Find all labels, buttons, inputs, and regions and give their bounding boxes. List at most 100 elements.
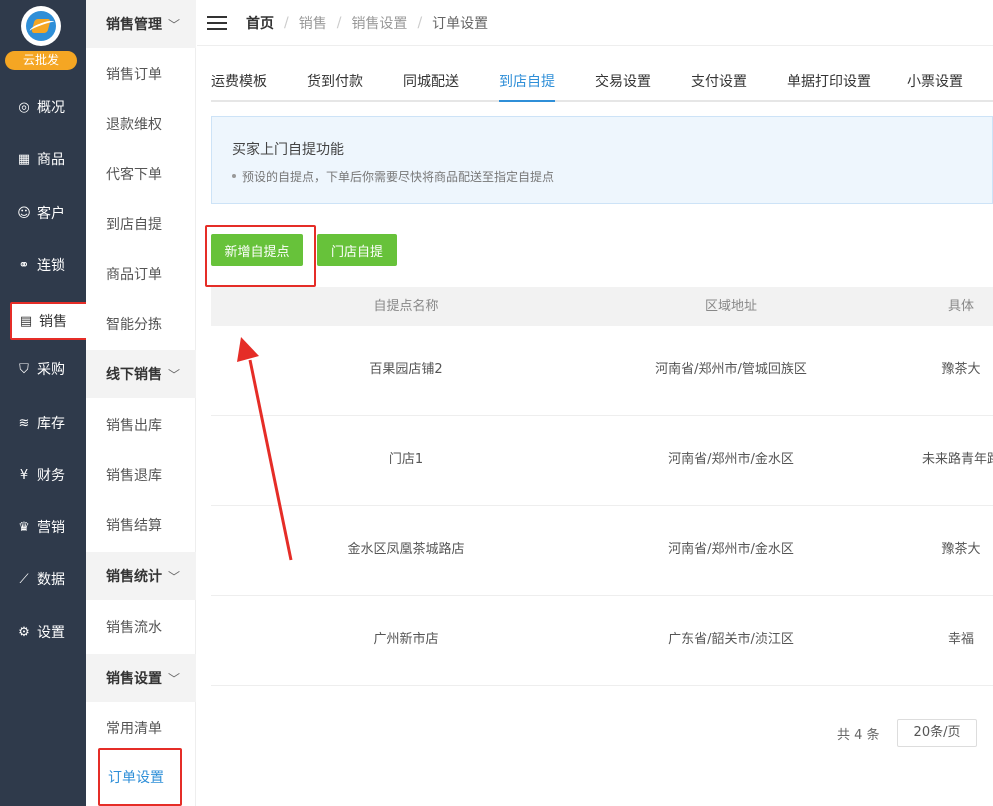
nav-item-overview[interactable]: ◎ 概况 bbox=[0, 90, 86, 124]
settings-tabs: 运费模板 货到付款 同城配送 到店自提 交易设置 支付设置 单据打印设置 小票设置 bbox=[211, 64, 993, 102]
chevron-down-icon: ﹀ bbox=[168, 671, 181, 686]
nav-item-label: 营销 bbox=[37, 520, 65, 536]
address-cell: 幸福 bbox=[947, 632, 974, 647]
tab[interactable]: 小票设置 bbox=[907, 64, 987, 100]
tab-label: 同城配送 bbox=[403, 74, 459, 90]
nav-item-label: 概况 bbox=[37, 100, 65, 116]
basket-icon: ⛉ bbox=[19, 361, 29, 377]
table-row[interactable]: 百果园店铺2 河南省/郑州市/管城回族区 豫茶大 bbox=[211, 326, 993, 416]
nav-item-chain[interactable]: ⚭ 连锁 bbox=[0, 248, 86, 282]
address-cell: 豫茶大 bbox=[941, 542, 981, 557]
breadcrumb-item[interactable]: 首页 bbox=[246, 13, 274, 33]
tab[interactable]: 交易设置 bbox=[595, 64, 691, 100]
link-icon: ⚭ bbox=[18, 257, 30, 273]
user-icon: ☺ bbox=[17, 205, 31, 221]
main-nav: 云批发 ◎ 概况 ▦ 商品 ☺ 客户 ⚭ 连锁 ▤ 销售 ⛉ 采购 ≋ 库存 ¥ 财务 ♛ 营销 ⟋ 数据 ⚙ 设置 bbox=[0, 0, 90, 806]
nav-item-label: 财务 bbox=[37, 468, 65, 484]
submenu-item[interactable]: 销售流水 bbox=[86, 610, 196, 644]
nav-item-customer[interactable]: ☺ 客户 bbox=[0, 196, 86, 230]
column-header: 自提点名称 bbox=[373, 299, 439, 314]
store-pickup-button[interactable]: 门店自提 bbox=[317, 234, 397, 266]
nav-item-label: 连锁 bbox=[37, 258, 65, 274]
logo-mark bbox=[26, 11, 56, 41]
nav-item-stock[interactable]: ≋ 库存 bbox=[0, 406, 86, 440]
nav-item-marketing[interactable]: ♛ 营销 bbox=[0, 510, 86, 544]
column-header: 具体 bbox=[947, 299, 974, 314]
grid-icon: ▦ bbox=[17, 151, 31, 167]
tab-label: 到店自提 bbox=[499, 74, 555, 90]
table-header: 自提点名称 区域地址 具体 bbox=[211, 287, 993, 326]
chevron-down-icon: ﹀ bbox=[168, 367, 181, 382]
submenu-group[interactable]: 销售统计 ﹀ bbox=[86, 552, 196, 600]
nav-item-label: 客户 bbox=[37, 206, 65, 222]
submenu-group-label: 销售设置 bbox=[106, 671, 162, 687]
breadcrumb-item[interactable]: 销售 bbox=[299, 13, 327, 33]
nav-item-settings[interactable]: ⚙ 设置 bbox=[0, 615, 86, 649]
submenu-item[interactable]: 商品订单 bbox=[86, 257, 196, 291]
submenu-item[interactable]: 销售订单 bbox=[86, 57, 196, 91]
nav-item-label: 商品 bbox=[37, 152, 65, 168]
nav-item-sales[interactable]: ▤ 销售 bbox=[10, 302, 90, 340]
submenu-group-label: 销售统计 bbox=[106, 569, 162, 585]
layers-icon: ≋ bbox=[18, 415, 30, 431]
nav-item-goods[interactable]: ▦ 商品 bbox=[0, 142, 86, 176]
region-cell: 河南省/郑州市/管城回族区 bbox=[655, 362, 807, 377]
submenu-group[interactable]: 销售设置 ﹀ bbox=[86, 654, 196, 702]
table-row[interactable]: 广州新市店 广东省/韶关市/浈江区 幸福 bbox=[211, 596, 993, 686]
table-row[interactable]: 门店1 河南省/郑州市/金水区 未来路青年路 bbox=[211, 416, 993, 506]
submenu-group-label: 销售管理 bbox=[106, 17, 162, 33]
table-row[interactable]: 金水区凤凰茶城路店 河南省/郑州市/金水区 豫茶大 bbox=[211, 506, 993, 596]
brand-badge: 云批发 bbox=[5, 51, 77, 70]
submenu-item[interactable]: 常用清单 bbox=[86, 711, 196, 745]
tab[interactable]: 到店自提 bbox=[499, 64, 595, 102]
logo bbox=[21, 6, 61, 46]
menu-toggle-icon[interactable] bbox=[207, 15, 227, 30]
nav-item-purchase[interactable]: ⛉ 采购 bbox=[0, 352, 86, 386]
submenu-item[interactable]: 退款维权 bbox=[86, 107, 196, 141]
nav-item-data[interactable]: ⟋ 数据 bbox=[0, 562, 86, 596]
submenu-item[interactable]: 智能分拣 bbox=[86, 307, 196, 341]
submenu-item[interactable]: 销售结算 bbox=[86, 508, 196, 542]
nav-item-label: 库存 bbox=[37, 416, 65, 432]
submenu: 销售管理 ﹀ 销售订单 退款维权 代客下单 到店自提 商品订单 智能分拣 线下销售 ﹀ 销售出库 销售… bbox=[86, 0, 196, 806]
tab-label: 交易设置 bbox=[595, 74, 651, 90]
region-cell: 河南省/郑州市/金水区 bbox=[668, 542, 794, 557]
pagination: 共 4 条 20条/页 bbox=[837, 719, 977, 747]
info-notice: 买家上门自提功能 预设的自提点，下单后你需要尽快将商品配送至指定自提点 bbox=[211, 116, 993, 204]
tab[interactable]: 同城配送 bbox=[403, 64, 499, 100]
submenu-item[interactable]: 订单设置 bbox=[98, 748, 182, 806]
total-count: 共 4 条 bbox=[837, 727, 880, 743]
submenu-item[interactable]: 销售退库 bbox=[86, 458, 196, 492]
submenu-item[interactable]: 销售出库 bbox=[86, 408, 196, 442]
submenu-group[interactable]: 销售管理 ﹀ bbox=[86, 0, 196, 48]
add-pickup-point-button[interactable]: 新增自提点 bbox=[211, 234, 303, 266]
nav-item-label: 采购 bbox=[37, 362, 65, 378]
page-size-select[interactable]: 20条/页 bbox=[896, 719, 977, 747]
active-tab-underline bbox=[499, 100, 555, 102]
submenu-group[interactable]: 线下销售 ﹀ bbox=[86, 350, 196, 398]
pickup-name-cell: 金水区凤凰茶城路店 bbox=[347, 542, 465, 557]
breadcrumb-current: 订单设置 bbox=[432, 15, 489, 32]
tab[interactable]: 单据打印设置 bbox=[787, 64, 907, 100]
breadcrumb-separator: / bbox=[284, 14, 289, 31]
nav-item-label: 数据 bbox=[37, 572, 65, 588]
nav-item-finance[interactable]: ¥ 财务 bbox=[0, 458, 86, 492]
tab[interactable]: 货到付款 bbox=[307, 64, 403, 100]
tab-label: 货到付款 bbox=[307, 74, 363, 90]
tab-label: 小票设置 bbox=[907, 74, 963, 90]
tab-label: 单据打印设置 bbox=[787, 74, 871, 90]
chart-icon: ⟋ bbox=[19, 571, 29, 587]
tab-label: 支付设置 bbox=[691, 74, 747, 90]
crown-icon: ♛ bbox=[18, 519, 30, 535]
tab[interactable]: 支付设置 bbox=[691, 64, 787, 100]
submenu-item[interactable]: 代客下单 bbox=[86, 157, 196, 191]
submenu-group-label: 线下销售 bbox=[106, 367, 162, 383]
tab[interactable]: 运费模板 bbox=[211, 64, 307, 100]
logo-area: 云批发 bbox=[0, 0, 86, 78]
submenu-item[interactable]: 到店自提 bbox=[86, 207, 196, 241]
notice-desc: 预设的自提点，下单后你需要尽快将商品配送至指定自提点 bbox=[232, 168, 992, 185]
nav-item-label: 销售 bbox=[39, 314, 67, 330]
column-header: 区域地址 bbox=[704, 299, 757, 314]
breadcrumb-separator: / bbox=[336, 14, 342, 31]
breadcrumb-item[interactable]: 销售设置 bbox=[351, 13, 407, 33]
